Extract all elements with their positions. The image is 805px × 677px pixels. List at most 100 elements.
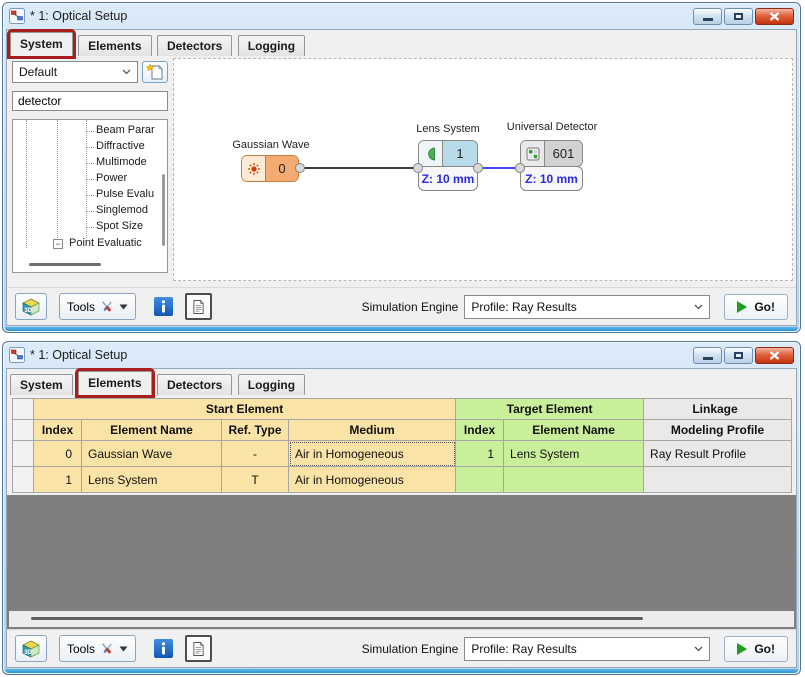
tree-item[interactable]: Beam Parar [13, 123, 161, 139]
tree-horizontal-scrollbar[interactable] [29, 263, 101, 266]
elements-table: Start Element Target Element Linkage Ind… [12, 398, 792, 493]
search-input[interactable] [18, 94, 173, 108]
cell-medium[interactable]: Air in Homogeneous [289, 441, 456, 467]
tree-vertical-scrollbar[interactable] [162, 174, 165, 246]
titlebar[interactable]: * 1: Optical Setup [3, 342, 800, 368]
maximize-icon [734, 352, 743, 359]
optical-setup-window-system: * 1: Optical Setup System Elements Detec… [2, 2, 801, 333]
table-row: 1 Lens System T Air in Homogeneous [13, 467, 792, 493]
tools-button[interactable]: Tools [59, 293, 136, 320]
cell-target-element-name[interactable] [504, 467, 644, 493]
close-button[interactable] [755, 8, 794, 25]
row-gutter [13, 420, 34, 441]
tree-item[interactable]: Multimode [13, 155, 161, 171]
tools-label: Tools [67, 300, 95, 314]
tab-logging[interactable]: Logging [238, 35, 305, 56]
tree-item[interactable]: Singlemod [13, 203, 161, 219]
info-icon[interactable] [154, 639, 173, 658]
play-icon [737, 643, 747, 655]
tab-elements[interactable]: Elements [78, 371, 151, 395]
collapse-icon[interactable]: − [53, 239, 63, 249]
tab-detectors[interactable]: Detectors [157, 374, 232, 395]
column-header-target-element-name: Element Name [504, 420, 644, 441]
titlebar[interactable]: * 1: Optical Setup [3, 3, 800, 29]
connector-port[interactable] [413, 163, 423, 173]
tools-icon [99, 641, 115, 657]
close-icon [769, 351, 780, 360]
tab-strip: System Elements Detectors Logging [7, 369, 796, 395]
go-button[interactable]: Go! [724, 636, 788, 662]
tab-system[interactable]: System [10, 374, 73, 395]
filter-search-field[interactable] [12, 91, 168, 111]
3d-view-button[interactable]: 3D [15, 293, 47, 320]
document-button[interactable] [185, 293, 212, 320]
minimize-icon [703, 18, 713, 21]
group-header-linkage: Linkage [644, 399, 792, 420]
chevron-down-icon [122, 69, 131, 75]
tree-item[interactable]: Diffractive [13, 139, 161, 155]
cell-index[interactable]: 0 [34, 441, 82, 467]
new-document-icon [146, 63, 164, 81]
tools-button[interactable]: Tools [59, 635, 136, 662]
cell-target-element-name[interactable]: Lens System [504, 441, 644, 467]
node-lens-system[interactable]: 1 [418, 140, 478, 167]
detector-tree[interactable]: Beam Parar Diffractive Multimode Power P… [12, 119, 168, 273]
tree-item[interactable]: Power [13, 171, 161, 187]
window-title: * 1: Optical Setup [30, 9, 127, 23]
profile-dropdown[interactable]: Default [12, 61, 138, 83]
cell-index[interactable]: 1 [34, 467, 82, 493]
column-header-medium: Medium [289, 420, 456, 441]
tab-elements[interactable]: Elements [78, 35, 151, 56]
node-index: 601 [545, 141, 582, 166]
row-gutter[interactable] [13, 441, 34, 467]
maximize-button[interactable] [724, 347, 753, 364]
cell-modeling-profile[interactable] [644, 467, 792, 493]
cell-element-name[interactable]: Gaussian Wave [82, 441, 222, 467]
connector-port[interactable] [295, 163, 305, 173]
row-gutter[interactable] [13, 467, 34, 493]
table-horizontal-scrollbar[interactable] [9, 611, 794, 627]
maximize-button[interactable] [724, 8, 753, 25]
3d-view-button[interactable]: 3D [15, 635, 47, 662]
minimize-button[interactable] [693, 347, 722, 364]
tools-icon [99, 299, 115, 315]
info-icon[interactable] [154, 297, 173, 316]
tab-system[interactable]: System [10, 32, 73, 56]
cell-element-name[interactable]: Lens System [82, 467, 222, 493]
document-button[interactable] [185, 635, 212, 662]
cell-ref-type[interactable]: T [222, 467, 289, 493]
go-button[interactable]: Go! [724, 294, 788, 320]
detector-icon [526, 147, 540, 161]
footer-toolbar: 3D Tools S [7, 287, 796, 325]
node-gaussian-wave[interactable]: 0 [241, 155, 299, 182]
document-icon [192, 299, 205, 315]
connector-port[interactable] [515, 163, 525, 173]
table-row: 0 Gaussian Wave - Air in Homogeneous 1 L… [13, 441, 792, 467]
column-header-ref-type: Ref. Type [222, 420, 289, 441]
cell-modeling-profile[interactable]: Ray Result Profile [644, 441, 792, 467]
cell-medium[interactable]: Air in Homogeneous [289, 467, 456, 493]
column-header-target-index: Index [456, 420, 504, 441]
simulation-engine-select[interactable]: Profile: Ray Results [464, 637, 710, 661]
new-profile-button[interactable] [142, 61, 168, 83]
tree-item[interactable]: Spot Size [13, 219, 161, 235]
close-button[interactable] [755, 347, 794, 364]
tab-detectors[interactable]: Detectors [157, 35, 232, 56]
node-universal-detector[interactable]: 601 [520, 140, 583, 167]
tree-item[interactable]: Pulse Evalu [13, 187, 161, 203]
tree-item-point-evaluation[interactable]: − Point Evaluatic [13, 236, 161, 252]
cell-ref-type[interactable]: - [222, 441, 289, 467]
connector-port[interactable] [473, 163, 483, 173]
optical-setup-canvas[interactable]: Gaussian Wave 0 [173, 58, 793, 281]
simulation-engine-select[interactable]: Profile: Ray Results [464, 295, 710, 319]
close-icon [769, 12, 780, 21]
cell-target-index[interactable]: 1 [456, 441, 504, 467]
document-icon [192, 641, 205, 657]
minimize-button[interactable] [693, 8, 722, 25]
cell-target-index[interactable] [456, 467, 504, 493]
column-header-modeling-profile: Modeling Profile [644, 420, 792, 441]
chevron-down-icon [119, 646, 128, 652]
minimize-icon [703, 357, 713, 360]
tab-logging[interactable]: Logging [238, 374, 305, 395]
chevron-down-icon [119, 304, 128, 310]
